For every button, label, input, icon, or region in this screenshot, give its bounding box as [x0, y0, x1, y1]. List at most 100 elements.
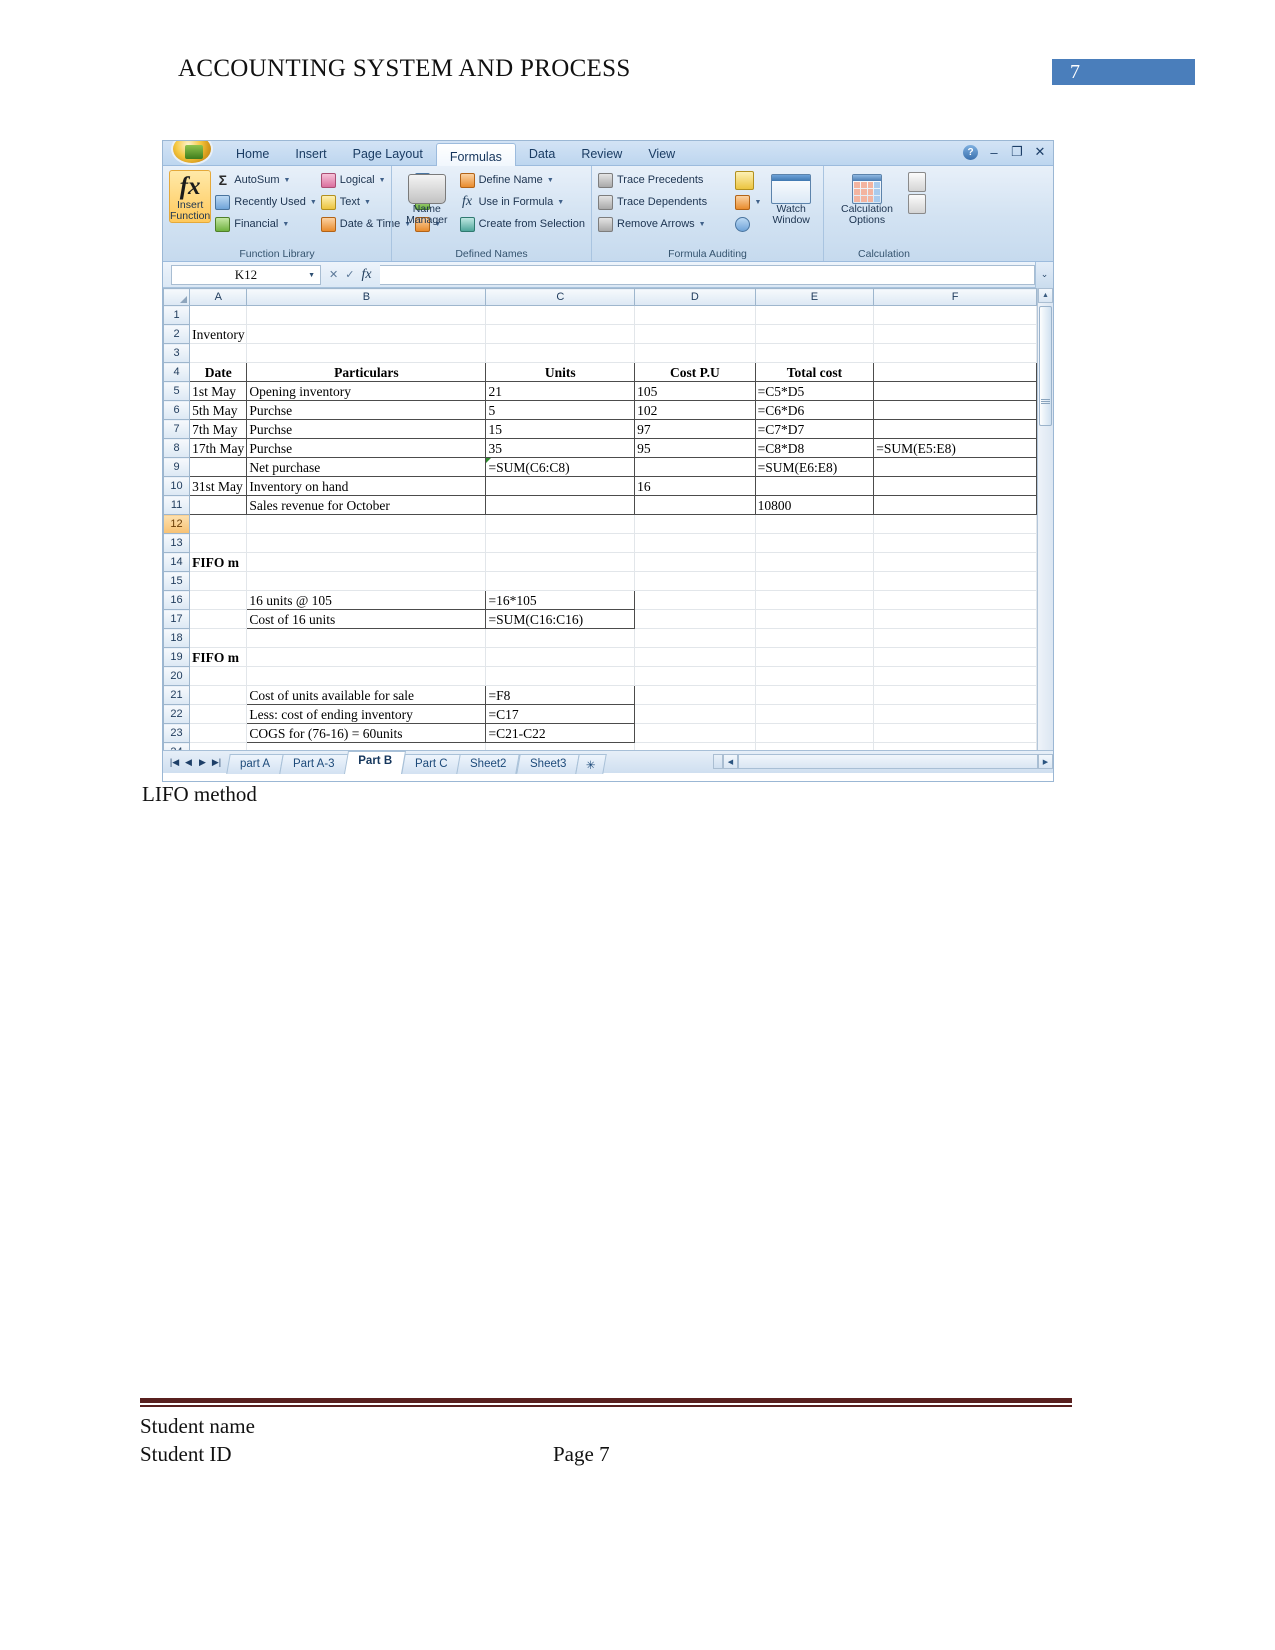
enter-icon[interactable]: ✓: [345, 268, 354, 281]
cell-f6[interactable]: [873, 400, 1037, 420]
cell-b2[interactable]: [246, 324, 487, 344]
row-header[interactable]: 7: [163, 419, 191, 439]
cell-f1[interactable]: [873, 305, 1037, 325]
cell-a21[interactable]: [189, 685, 248, 705]
cell-d4[interactable]: Cost P.U: [634, 362, 756, 382]
cell-c15[interactable]: [485, 571, 636, 591]
cell-d1[interactable]: [634, 305, 756, 325]
last-sheet-icon[interactable]: ▶|: [211, 757, 222, 768]
row-header[interactable]: 15: [163, 571, 191, 591]
cell-f3[interactable]: [873, 343, 1037, 363]
cell-a9[interactable]: [189, 457, 248, 477]
cell-e10[interactable]: [754, 476, 875, 496]
trace-dependents-button[interactable]: Trace Dependents: [598, 192, 731, 212]
evaluate-formula-button[interactable]: [735, 214, 761, 234]
cell-b23[interactable]: COGS for (76-16) = 60units: [246, 723, 487, 743]
column-header-f[interactable]: F: [873, 288, 1037, 306]
cell-d16[interactable]: [634, 590, 756, 610]
cell-c10[interactable]: [485, 476, 636, 496]
cell-c12[interactable]: [485, 514, 636, 534]
row-header[interactable]: 17: [163, 609, 191, 629]
cell-f7[interactable]: [873, 419, 1037, 439]
cell-e3[interactable]: [755, 343, 875, 363]
create-from-selection-button[interactable]: Create from Selection: [459, 214, 585, 234]
insert-worksheet-icon[interactable]: ✳: [575, 753, 607, 774]
insert-function-icon[interactable]: fx: [361, 267, 371, 283]
cell-b19[interactable]: [246, 647, 487, 667]
cell-e17[interactable]: [755, 609, 875, 629]
cell-a8[interactable]: 17th May: [189, 438, 248, 458]
cell-b9[interactable]: Net purchase: [246, 457, 487, 477]
cell-f5[interactable]: [873, 381, 1037, 401]
cell-e18[interactable]: [755, 628, 875, 648]
show-formulas-button[interactable]: [735, 170, 761, 190]
cell-a2[interactable]: Inventory: [189, 324, 248, 344]
calculate-now-button[interactable]: [908, 172, 926, 192]
row-header[interactable]: 24: [163, 742, 191, 750]
ribbon-tab-formulas[interactable]: Formulas: [435, 143, 516, 166]
previous-sheet-icon[interactable]: ◀: [183, 757, 194, 768]
watch-window-button[interactable]: Watch Window: [765, 170, 817, 226]
cell-e24[interactable]: [755, 742, 875, 750]
cell-e23[interactable]: [755, 723, 875, 743]
cell-c19[interactable]: [485, 647, 636, 667]
autosum-button[interactable]: Σ AutoSum ▼: [215, 170, 316, 190]
cell-b6[interactable]: Purchse: [246, 400, 487, 420]
cell-d7[interactable]: 97: [634, 419, 756, 439]
cell-c14[interactable]: [485, 552, 636, 572]
horizontal-scrollbar[interactable]: ◀ ▶: [713, 750, 1053, 773]
row-header[interactable]: 19: [163, 647, 191, 667]
cell-d22[interactable]: [634, 704, 756, 724]
financial-button[interactable]: Financial ▼: [215, 214, 316, 234]
cell-e5[interactable]: =C5*D5: [754, 381, 875, 401]
next-sheet-icon[interactable]: ▶: [197, 757, 208, 768]
cell-f24[interactable]: [873, 742, 1037, 750]
cell-b15[interactable]: [246, 571, 487, 591]
column-header-d[interactable]: D: [634, 288, 756, 306]
cell-d15[interactable]: [634, 571, 756, 591]
row-header[interactable]: 16: [163, 590, 191, 610]
cell-a15[interactable]: [189, 571, 248, 591]
cell-d9[interactable]: [634, 457, 756, 477]
cell-e1[interactable]: [755, 305, 875, 325]
cell-c17[interactable]: =SUM(C16:C16): [485, 609, 636, 629]
cell-d5[interactable]: 105: [634, 381, 756, 401]
minimize-icon[interactable]: –: [987, 145, 1001, 160]
ribbon-tab-data[interactable]: Data: [516, 141, 568, 166]
cell-b3[interactable]: [246, 343, 487, 363]
cell-e9[interactable]: =SUM(E6:E8): [754, 457, 875, 477]
row-header[interactable]: 8: [163, 438, 191, 458]
row-header-selected[interactable]: 12: [163, 514, 191, 534]
cell-c13[interactable]: [485, 533, 636, 553]
cell-c4[interactable]: Units: [485, 362, 636, 382]
row-header[interactable]: 5: [163, 381, 191, 401]
cell-d23[interactable]: [634, 723, 756, 743]
cell-a24[interactable]: [189, 742, 248, 750]
cell-f11[interactable]: [873, 495, 1037, 515]
cell-e2[interactable]: [755, 324, 875, 344]
cell-b24[interactable]: [246, 742, 487, 750]
cell-e21[interactable]: [755, 685, 875, 705]
ribbon-tab-home[interactable]: Home: [223, 141, 282, 166]
row-header[interactable]: 18: [163, 628, 191, 648]
ribbon-tab-page-layout[interactable]: Page Layout: [340, 141, 436, 166]
cell-b12[interactable]: [246, 514, 487, 534]
cell-d20[interactable]: [634, 666, 756, 686]
restore-icon[interactable]: ❐: [1010, 144, 1024, 160]
error-checking-button[interactable]: ▼: [735, 192, 761, 212]
name-manager-button[interactable]: Name Manager: [398, 170, 456, 226]
cell-f9[interactable]: [873, 457, 1037, 477]
cell-f12[interactable]: [873, 514, 1037, 534]
first-sheet-icon[interactable]: |◀: [169, 757, 180, 768]
cell-f19[interactable]: [873, 647, 1037, 667]
insert-function-button[interactable]: fx Insert Function: [169, 170, 212, 223]
cell-e16[interactable]: [755, 590, 875, 610]
calculate-sheet-button[interactable]: [908, 194, 926, 214]
cell-e12[interactable]: [755, 514, 875, 534]
cell-e11[interactable]: 10800: [754, 495, 875, 515]
cell-b16[interactable]: 16 units @ 105: [246, 590, 487, 610]
cell-a17[interactable]: [189, 609, 248, 629]
cell-e19[interactable]: [755, 647, 875, 667]
cell-b18[interactable]: [246, 628, 487, 648]
cell-c9[interactable]: =SUM(C6:C8): [485, 457, 636, 477]
